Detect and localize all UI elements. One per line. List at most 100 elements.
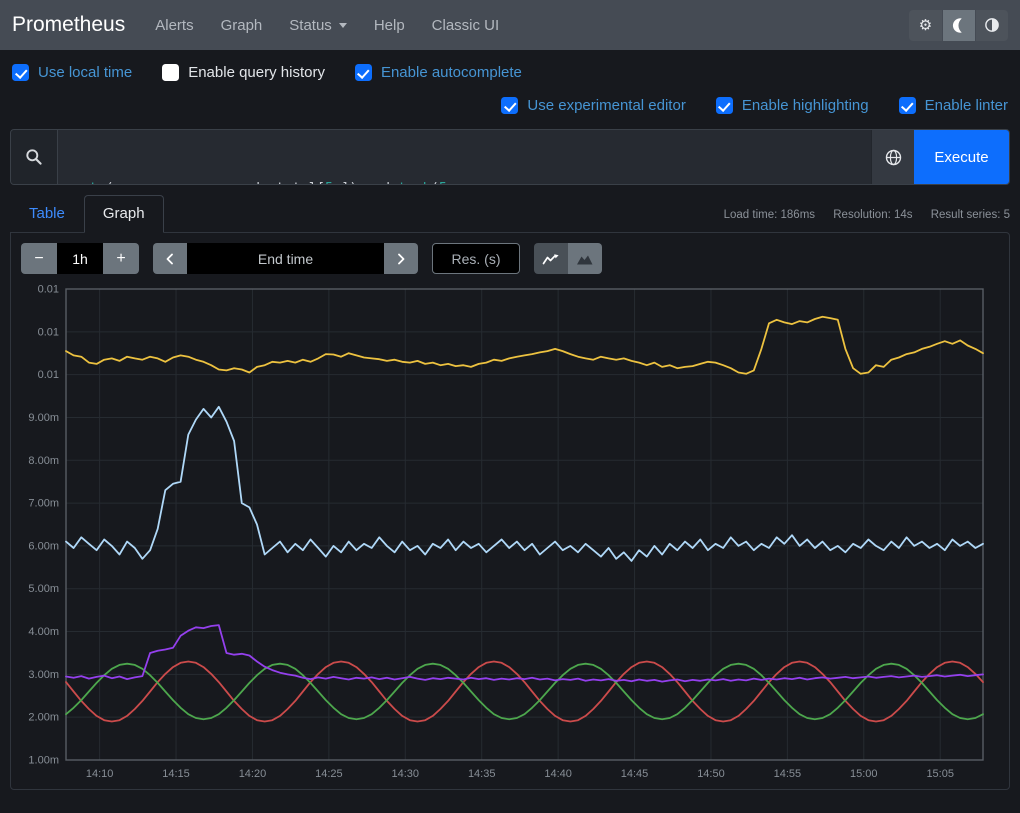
checkbox-checked-icon[interactable]: [716, 97, 733, 114]
enable-linter-label: Enable linter: [925, 97, 1008, 114]
nav-status-dropdown[interactable]: Status: [289, 17, 347, 34]
query-token: rate: [73, 180, 106, 185]
time-back-button[interactable]: [153, 243, 187, 274]
nav-classic-ui[interactable]: Classic UI: [432, 17, 500, 34]
y-axis-tick-label: 0.01: [38, 284, 59, 296]
settings-row-2: Use experimental editor Enable highlight…: [0, 97, 1020, 114]
graph-panel: − +: [10, 232, 1010, 790]
y-axis-tick-label: 1.00m: [28, 755, 59, 767]
graph-canvas[interactable]: 14:1014:1514:2014:2514:3014:3514:4014:45…: [11, 284, 1009, 789]
checkbox-checked-icon[interactable]: [355, 64, 372, 81]
range-decrease-button[interactable]: −: [21, 243, 57, 274]
stacked-chart-button[interactable]: [568, 243, 602, 274]
app-title[interactable]: Prometheus: [12, 13, 125, 37]
x-axis-tick-label: 14:25: [315, 768, 343, 780]
search-icon: [25, 148, 43, 166]
purple-series[interactable]: [66, 625, 983, 682]
nav-help[interactable]: Help: [374, 17, 405, 34]
checkbox-checked-icon[interactable]: [899, 97, 916, 114]
chevron-right-icon: [395, 252, 407, 266]
red-series[interactable]: [66, 662, 983, 722]
result-series-stat: Result series: 5: [931, 209, 1010, 221]
query-expression-input[interactable]: rate(process_cpu_seconds_total[5m]) and …: [58, 130, 871, 184]
query-token: topk: [398, 180, 431, 185]
query-token: and: [358, 180, 399, 185]
y-axis-tick-label: 4.00m: [28, 626, 59, 638]
use-experimental-editor-checkbox[interactable]: Use experimental editor: [501, 97, 685, 114]
enable-highlighting-checkbox[interactable]: Enable highlighting: [716, 97, 869, 114]
checkbox-checked-icon[interactable]: [501, 97, 518, 114]
use-local-time-checkbox[interactable]: Use local time: [12, 64, 132, 81]
query-token: ]): [341, 180, 357, 185]
nav-links: Alerts Graph Status Help Classic UI: [155, 17, 909, 34]
enable-linter-checkbox[interactable]: Enable linter: [899, 97, 1008, 114]
y-axis-tick-label: 0.01: [38, 326, 59, 338]
y-axis-tick-label: 5.00m: [28, 583, 59, 595]
end-time-input[interactable]: [187, 243, 384, 274]
query-bar: rate(process_cpu_seconds_total[5m]) and …: [10, 129, 1010, 185]
use-local-time-label: Use local time: [38, 64, 132, 81]
checkbox-unchecked-icon[interactable]: [162, 64, 179, 81]
nav-graph[interactable]: Graph: [221, 17, 263, 34]
resolution-stat: Resolution: 14s: [833, 209, 912, 221]
y-axis-tick-label: 8.00m: [28, 455, 59, 467]
query-token: 5: [439, 180, 447, 185]
checkbox-checked-icon[interactable]: [12, 64, 29, 81]
yellow-series[interactable]: [66, 317, 983, 374]
range-control-group: − +: [21, 243, 139, 274]
light-blue-series[interactable]: [66, 407, 983, 561]
query-token: ,: [447, 180, 455, 185]
plot-border: [66, 289, 983, 760]
x-axis-tick-label: 14:20: [239, 768, 267, 780]
nav-alerts[interactable]: Alerts: [155, 17, 193, 34]
query-token: (: [106, 180, 114, 185]
query-token: 5m: [325, 180, 341, 185]
enable-query-history-label: Enable query history: [188, 64, 325, 81]
line-chart-icon: [542, 252, 560, 266]
enable-highlighting-label: Enable highlighting: [742, 97, 869, 114]
x-axis-tick-label: 14:40: [544, 768, 572, 780]
range-input[interactable]: [57, 243, 103, 274]
theme-dark-button[interactable]: [942, 10, 975, 41]
query-token: [: [317, 180, 325, 185]
load-time-stat: Load time: 186ms: [724, 209, 815, 221]
chevron-down-icon: [339, 23, 347, 28]
green-series[interactable]: [66, 664, 983, 720]
chevron-left-icon: [164, 252, 176, 266]
x-axis-tick-label: 15:05: [926, 768, 954, 780]
use-experimental-editor-label: Use experimental editor: [527, 97, 685, 114]
x-axis-tick-label: 14:50: [697, 768, 725, 780]
query-token: (: [431, 180, 439, 185]
area-chart-icon: [576, 252, 594, 266]
tab-graph[interactable]: Graph: [84, 195, 164, 233]
resolution-input[interactable]: [432, 243, 520, 274]
panel-tabs: Table Graph: [10, 195, 164, 232]
x-axis-tick-label: 15:00: [850, 768, 878, 780]
enable-autocomplete-checkbox[interactable]: Enable autocomplete: [355, 64, 522, 81]
graph-controls: − +: [11, 233, 1009, 284]
theme-light-button[interactable]: ⚙: [909, 10, 942, 41]
enable-query-history-checkbox[interactable]: Enable query history: [162, 64, 325, 81]
gear-icon: ⚙: [919, 18, 932, 33]
x-axis-tick-label: 14:35: [468, 768, 496, 780]
metrics-explorer-button[interactable]: [871, 130, 914, 184]
nav-status-label: Status: [289, 17, 332, 34]
tab-table[interactable]: Table: [10, 195, 84, 232]
theme-auto-button[interactable]: [975, 10, 1008, 41]
enable-autocomplete-label: Enable autocomplete: [381, 64, 522, 81]
y-axis-tick-label: 0.01: [38, 369, 59, 381]
y-axis-tick-label: 3.00m: [28, 669, 59, 681]
settings-row-1: Use local time Enable query history Enab…: [0, 64, 1020, 81]
range-increase-button[interactable]: +: [103, 243, 139, 274]
time-forward-button[interactable]: [384, 243, 418, 274]
query-token: process_cpu_seconds_total: [114, 180, 317, 185]
theme-toggle-group: ⚙: [909, 10, 1008, 41]
chart-type-group: [534, 243, 602, 274]
execute-button[interactable]: Execute: [914, 130, 1009, 184]
navbar: Prometheus Alerts Graph Status Help Clas…: [0, 0, 1020, 50]
end-time-control-group: [153, 243, 418, 274]
y-axis-tick-label: 6.00m: [28, 540, 59, 552]
line-chart-button[interactable]: [534, 243, 568, 274]
x-axis-tick-label: 14:10: [86, 768, 114, 780]
x-axis-tick-label: 14:55: [774, 768, 802, 780]
